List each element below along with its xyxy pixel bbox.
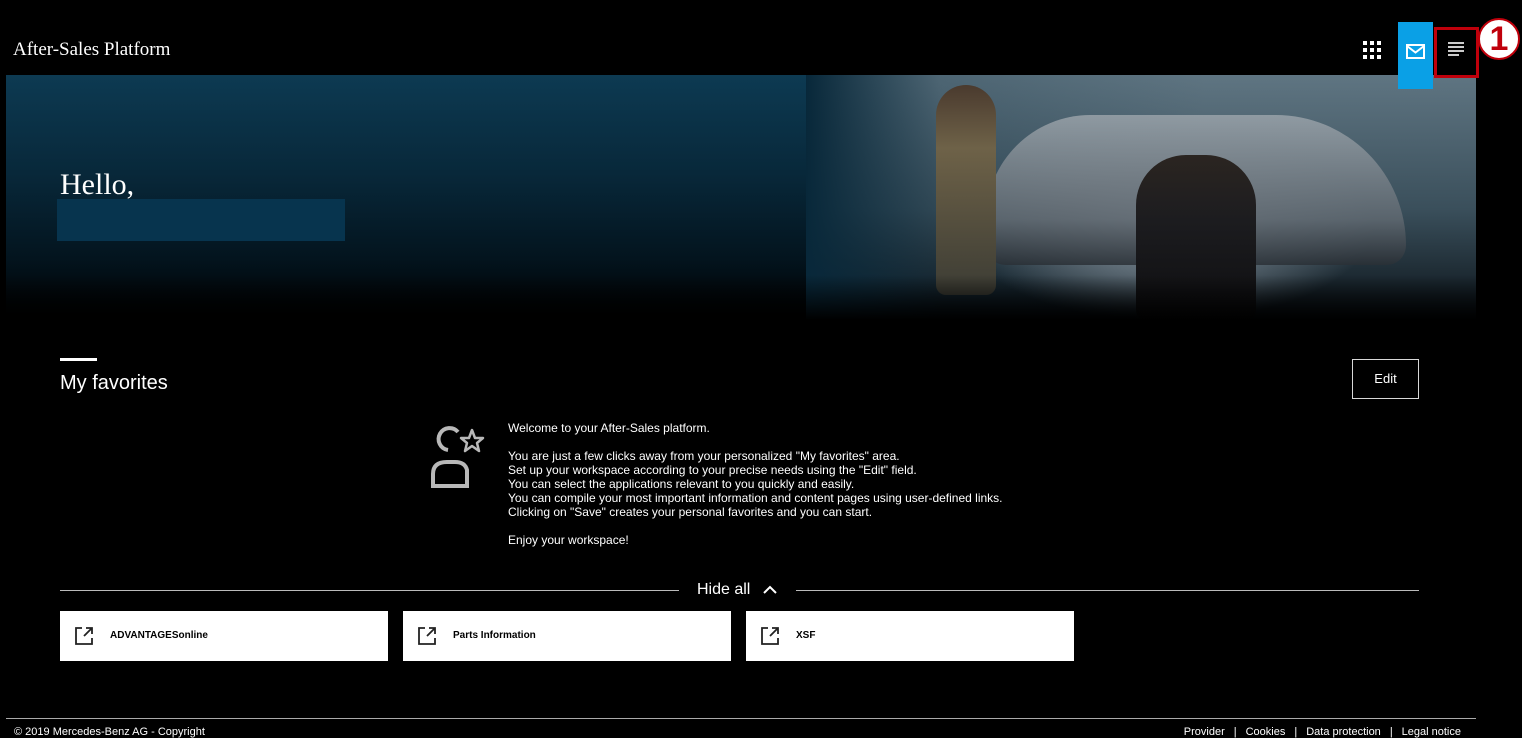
welcome-line: You are just a few clicks away from your… (508, 449, 900, 463)
user-star-icon (431, 426, 485, 488)
mail-icon (1406, 44, 1425, 59)
favorite-tile-xsf[interactable]: XSF (746, 611, 1074, 661)
section-accent-bar (60, 358, 97, 361)
user-name-redacted (57, 199, 345, 241)
divider-line (60, 590, 679, 591)
mail-button[interactable] (1398, 22, 1433, 89)
top-bar: After-Sales Platform (0, 0, 1522, 75)
tile-label: Parts Information (453, 630, 536, 641)
hide-all-toggle[interactable]: Hide all (697, 581, 777, 599)
brand-title[interactable]: After-Sales Platform (13, 39, 170, 61)
divider-line (796, 590, 1419, 591)
footer-link-legal-notice[interactable]: Legal notice (1402, 726, 1461, 738)
welcome-line: Clicking on "Save" creates your personal… (508, 505, 873, 519)
favorites-title: My favorites (60, 372, 168, 394)
welcome-message: Welcome to your After-Sales platform. Yo… (508, 421, 1108, 547)
tile-label: ADVANTAGESonline (110, 630, 208, 641)
tile-label: XSF (796, 630, 816, 641)
footer-divider (6, 718, 1476, 719)
footer-link-cookies[interactable]: Cookies (1246, 726, 1286, 738)
welcome-line: You can compile your most important info… (508, 491, 1003, 505)
callout-number-badge: 1 (1478, 18, 1520, 60)
hero-fade (6, 275, 1476, 320)
welcome-title: Welcome to your After-Sales platform. (508, 421, 710, 435)
hero-person-shape (936, 85, 996, 295)
edit-button[interactable]: Edit (1352, 359, 1419, 399)
footer-link-data-protection[interactable]: Data protection (1306, 726, 1381, 738)
welcome-line: Set up your workspace according to your … (508, 463, 917, 477)
external-link-icon (761, 627, 779, 645)
hero-banner: Hello, (6, 75, 1476, 320)
hide-all-label: Hide all (697, 581, 751, 598)
copyright-text: © 2019 Mercedes-Benz AG - Copyright (14, 726, 205, 738)
footer-links: Provider | Cookies | Data protection | Legal n… (1184, 726, 1461, 738)
menu-button[interactable] (1441, 36, 1469, 64)
favorite-tile-advantagesonline[interactable]: ADVANTAGESonline (60, 611, 388, 661)
hamburger-menu-icon (1448, 42, 1464, 56)
favorite-tile-parts-information[interactable]: Parts Information (403, 611, 731, 661)
greeting-text: Hello, (60, 168, 135, 201)
external-link-icon (75, 627, 93, 645)
footer-separator: | (1294, 726, 1298, 738)
footer-separator: | (1233, 726, 1237, 738)
welcome-line: You can select the applications relevant… (508, 477, 855, 491)
chevron-up-icon (763, 585, 777, 594)
footer-link-provider[interactable]: Provider (1184, 726, 1225, 738)
footer-separator: | (1389, 726, 1393, 738)
welcome-closing: Enjoy your workspace! (508, 533, 629, 547)
apps-grid-icon[interactable] (1362, 40, 1384, 62)
external-link-icon (418, 627, 436, 645)
